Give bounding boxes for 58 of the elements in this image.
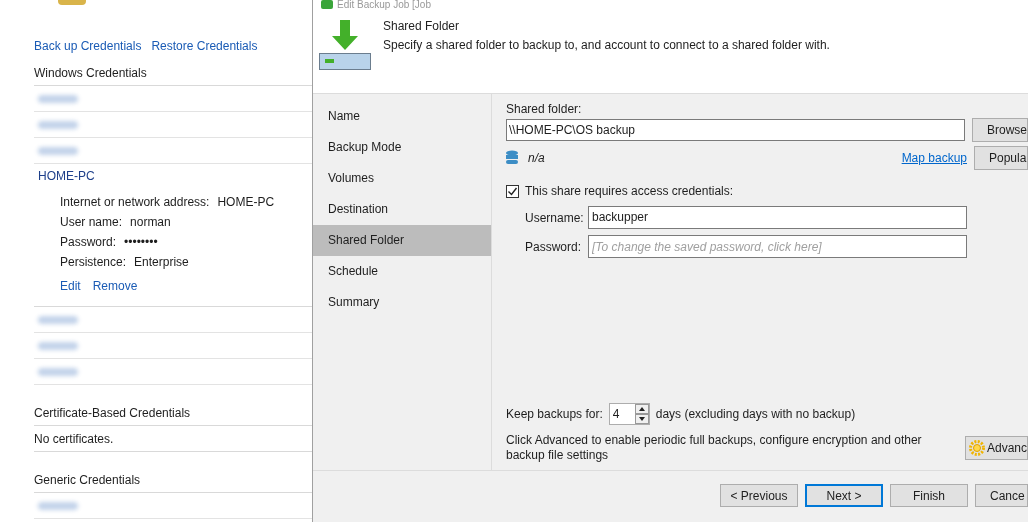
size-value: n/a <box>528 150 546 167</box>
detail-value: norman <box>130 214 171 231</box>
redacted-entry[interactable] <box>38 367 78 376</box>
dialog-button[interactable]: Finish <box>890 484 968 507</box>
checkbox[interactable] <box>506 184 519 198</box>
redacted-entry[interactable] <box>38 146 78 155</box>
credential-link[interactable]: Restore Credentials <box>151 37 258 60</box>
map-backup-link[interactable]: Map backup <box>901 149 967 167</box>
detail-value: HOME-PC <box>217 194 275 211</box>
section-heading: Generic Credentials <box>34 467 312 493</box>
retention-suffix: days (excluding days with no backup) <box>655 406 856 423</box>
database-icon <box>506 150 518 166</box>
wizard-step[interactable]: Summary <box>313 287 491 318</box>
redacted-entry[interactable] <box>38 501 78 510</box>
download-to-drive-icon <box>319 18 371 70</box>
populate-button[interactable]: Popula <box>974 146 1028 170</box>
password-field[interactable]: [To change the saved password, click here] <box>588 235 967 258</box>
shared-folder-field[interactable]: \\HOME-PC\OS backup <box>506 119 965 141</box>
detail-label: Persistence: <box>60 254 127 271</box>
advanced-button[interactable]: Advanc <box>964 436 1028 460</box>
detail-label: User name: <box>60 214 123 231</box>
detail-label: Internet or network address: <box>60 194 210 211</box>
window-title: Edit Backup Job [Job <box>337 0 431 9</box>
spin-arrows-icon <box>634 404 649 424</box>
wizard-step[interactable]: Name <box>313 101 491 132</box>
advanced-hint: Click Advanced to enable periodic full backups, configure encryption and other backup file settings <box>506 433 923 463</box>
wizard-step[interactable]: Backup Mode <box>313 132 491 163</box>
field-label: Username: <box>525 209 585 227</box>
empty-message: No certificates. <box>34 426 312 452</box>
detail-value: Enterprise <box>134 254 189 271</box>
field-label: Password: <box>525 238 583 256</box>
browse-button[interactable]: Browse <box>972 118 1028 142</box>
retention-label: Keep backups for: <box>506 406 603 423</box>
redacted-entry[interactable] <box>38 94 78 103</box>
step-description: Specify a shared folder to backup to, and account to connect to a shared folder with. <box>383 37 830 53</box>
redacted-entry[interactable] <box>38 341 78 350</box>
credential-action-link[interactable]: Remove <box>92 274 138 298</box>
wizard-step[interactable]: Volumes <box>313 163 491 194</box>
redacted-entry[interactable] <box>38 120 78 129</box>
dialog-button[interactable]: Next > <box>805 484 883 507</box>
wizard-step[interactable]: Shared Folder <box>313 225 491 256</box>
wizard-step[interactable]: Schedule <box>313 256 491 287</box>
redacted-entry[interactable] <box>38 315 78 324</box>
credential-action-link[interactable]: Edit <box>60 274 81 298</box>
checkbox-label: This share requires access credentials: <box>525 183 734 200</box>
field-label: Shared folder: <box>506 102 583 117</box>
credential-name[interactable]: HOME-PC <box>34 164 312 190</box>
detail-value: •••••••• <box>124 234 158 251</box>
dialog-button[interactable]: Cance <box>975 484 1028 507</box>
section-heading: Certificate-Based Credentials <box>34 400 312 426</box>
step-title: Shared Folder <box>383 18 461 34</box>
credential-link[interactable]: Back up Credentials <box>34 37 142 60</box>
detail-label: Password: <box>60 234 117 251</box>
days-spinner[interactable]: 4 <box>608 403 650 425</box>
username-field[interactable]: backupper <box>588 206 967 229</box>
wizard-step[interactable]: Destination <box>313 194 491 225</box>
dialog-button[interactable]: < Previous <box>720 484 798 507</box>
section-heading: Windows Credentials <box>34 60 312 86</box>
